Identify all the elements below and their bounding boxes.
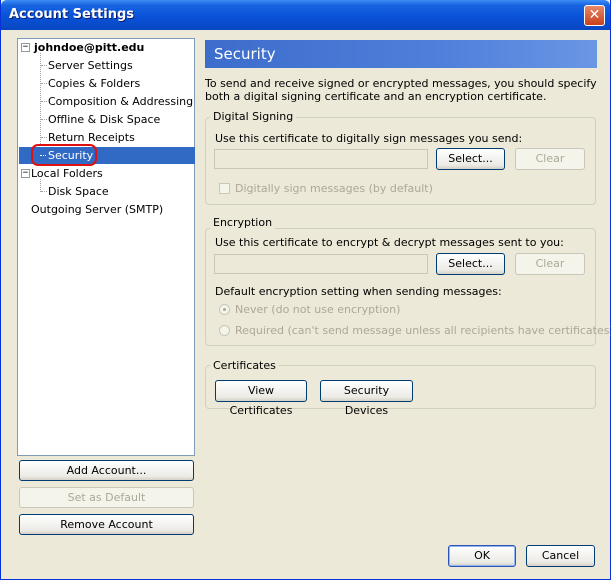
tree-item-local-folders[interactable]: Local Folders (31, 165, 103, 182)
tree-item-account[interactable]: johndoe@pitt.edu (34, 39, 144, 56)
tree-connector (41, 83, 47, 84)
encryption-label: Encryption (210, 216, 276, 229)
account-settings-window: Account Settings ✕ − johndoe@pitt.edu Se… (0, 0, 611, 580)
set-default-button[interactable]: Set as Default (19, 487, 194, 508)
tree-connector (41, 137, 47, 138)
close-button[interactable]: ✕ (584, 5, 605, 26)
digital-signing-label: Digital Signing (210, 110, 297, 123)
tree-item-offline-disk[interactable]: Offline & Disk Space (48, 111, 160, 128)
panel-title: Security (205, 40, 597, 68)
encryption-never-radio[interactable] (219, 304, 230, 315)
remove-account-button[interactable]: Remove Account (19, 514, 194, 535)
encryption-required-label: Required (can't send message unless all … (235, 324, 611, 337)
encryption-certificate-field[interactable] (214, 254, 428, 274)
cancel-button[interactable]: Cancel (526, 545, 595, 567)
encryption-prompt: Use this certificate to encrypt & decryp… (215, 236, 564, 249)
encryption-select-button[interactable]: Select... (436, 253, 505, 275)
window-title: Account Settings (9, 7, 135, 22)
tree-item-server-settings[interactable]: Server Settings (48, 57, 133, 74)
encryption-clear-button[interactable]: Clear (515, 253, 585, 275)
add-account-button[interactable]: Add Account... (19, 460, 194, 481)
collapse-icon[interactable]: − (21, 43, 30, 52)
encryption-required-radio[interactable] (219, 325, 230, 336)
title-bar[interactable]: Account Settings ✕ (1, 0, 610, 30)
view-certificates-button[interactable]: View Certificates (215, 380, 307, 417)
tree-item-composition[interactable]: Composition & Addressing (48, 93, 193, 110)
tree-item-outgoing-server[interactable]: Outgoing Server (SMTP) (31, 201, 163, 218)
encryption-never-label: Never (do not use encryption) (235, 303, 401, 316)
collapse-icon[interactable]: − (21, 169, 30, 178)
panel-description: To send and receive signed or encrypted … (205, 77, 597, 103)
ok-button[interactable]: OK (448, 545, 516, 567)
tree-connector (41, 65, 47, 66)
sign-by-default-checkbox[interactable] (219, 183, 230, 194)
certificates-label: Certificates (210, 359, 279, 372)
account-tree[interactable]: − johndoe@pitt.edu Server Settings Copie… (17, 38, 195, 456)
tree-connector (41, 101, 47, 102)
tree-connector (41, 191, 47, 192)
signing-prompt: Use this certificate to digitally sign m… (215, 132, 523, 145)
tree-item-copies-folders[interactable]: Copies & Folders (48, 75, 140, 92)
sign-by-default-label: Digitally sign messages (by default) (235, 182, 433, 195)
tree-item-disk-space[interactable]: Disk Space (48, 183, 109, 200)
security-devices-button[interactable]: Security Devices (320, 380, 413, 417)
close-icon: ✕ (588, 7, 601, 23)
signing-clear-button[interactable]: Clear (515, 148, 585, 170)
signing-select-button[interactable]: Select... (436, 148, 505, 170)
tree-connector (41, 119, 47, 120)
radio-dot (223, 308, 226, 311)
default-encryption-label: Default encryption setting when sending … (215, 285, 502, 298)
signing-certificate-field[interactable] (214, 149, 428, 169)
annotation-highlight (31, 144, 97, 166)
